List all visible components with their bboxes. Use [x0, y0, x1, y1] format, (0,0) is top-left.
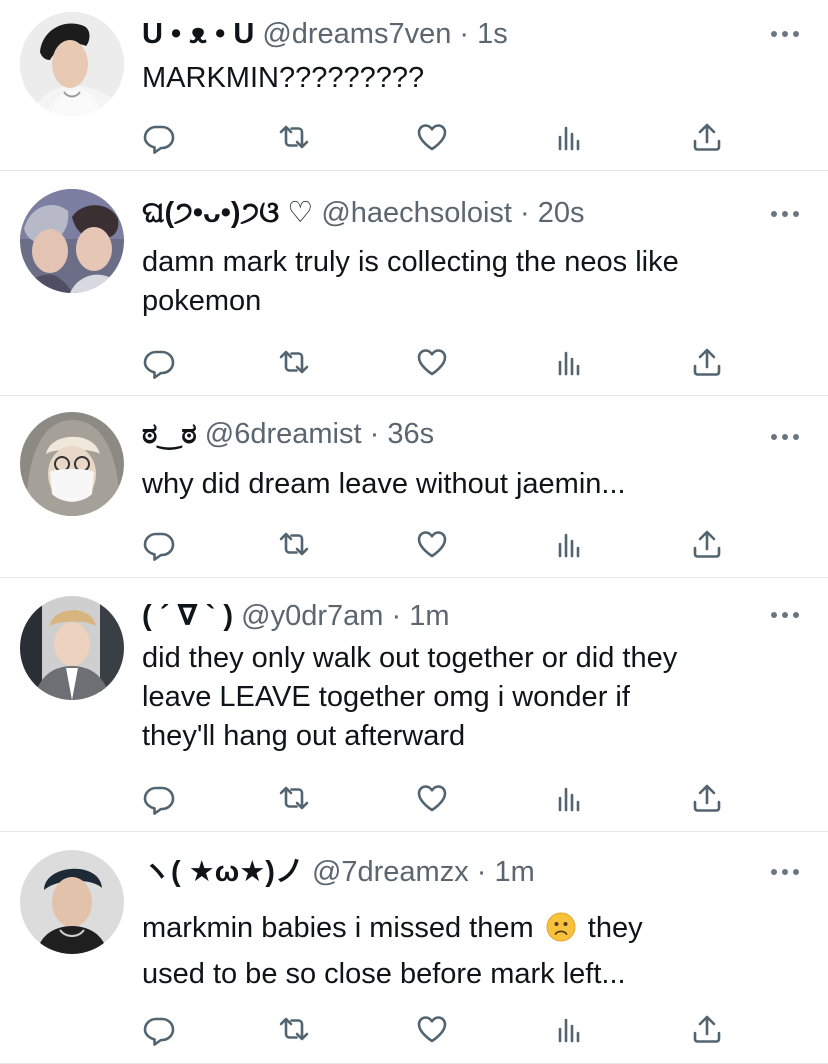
reply-icon[interactable] [142, 781, 176, 815]
tweet-header: ( ´ ∇ ` ) @y0dr7am · 1m [142, 598, 450, 634]
tweet-header: ಠ‿ಠ @6dreamist · 36s [142, 416, 434, 452]
reply-icon[interactable] [142, 527, 176, 561]
timestamp[interactable]: 20s [538, 197, 585, 229]
tweet-actions [142, 1012, 742, 1048]
share-icon[interactable] [690, 1012, 724, 1046]
like-icon[interactable] [415, 527, 449, 561]
analytics-icon[interactable] [552, 1012, 586, 1046]
analytics-icon[interactable] [552, 120, 586, 154]
more-icon[interactable] [770, 210, 800, 218]
display-name[interactable]: ヽ( ★ω★)ノ [142, 856, 304, 888]
analytics-icon[interactable] [552, 345, 586, 379]
separator-dot: · [459, 18, 470, 50]
tweet-text: why did dream leave without jaemin... [142, 465, 812, 504]
tweet-text: markmin babies i missed them they used t… [142, 905, 812, 997]
timestamp[interactable]: 1m [409, 600, 449, 632]
separator-dot: · [391, 600, 402, 632]
tweet-text-line: damn mark truly is collecting the neos l… [142, 246, 679, 278]
tweet[interactable]: ಠ‿ಠ @6dreamist · 36s why did dream leave… [0, 396, 828, 578]
tweet-text: did they only walk out together or did t… [142, 639, 812, 756]
tweet-actions [142, 781, 742, 817]
retweet-icon[interactable] [277, 120, 311, 154]
more-icon[interactable] [770, 611, 800, 619]
share-icon[interactable] [690, 345, 724, 379]
tweet-text-line: pokemon [142, 285, 262, 317]
tweet-text-line: they'll hang out afterward [142, 720, 466, 752]
share-icon[interactable] [690, 781, 724, 815]
tweet[interactable]: U • ᴥ • U @dreams7ven · 1s MARKMIN??????… [0, 0, 828, 171]
username[interactable]: @dreams7ven [262, 18, 451, 50]
tweet-text-segment: markmin babies i missed them [142, 912, 534, 944]
username[interactable]: @y0dr7am [241, 600, 383, 632]
retweet-icon[interactable] [277, 781, 311, 815]
more-icon[interactable] [770, 868, 800, 876]
reply-icon[interactable] [142, 345, 176, 379]
tweet-text-line: leave LEAVE together omg i wonder if [142, 681, 630, 713]
avatar[interactable] [20, 850, 124, 954]
username[interactable]: @7dreamzx [312, 856, 469, 888]
tweet-text-line: used to be so close before mark left... [142, 958, 626, 990]
tweet[interactable]: ヽ( ★ω★)ノ @7dreamzx · 1m markmin babies i… [0, 832, 828, 1064]
more-icon[interactable] [770, 433, 800, 441]
tweet-text-line: MARKMIN????????? [142, 62, 425, 94]
tweet-text: MARKMIN????????? [142, 59, 812, 98]
separator-dot: · [369, 418, 380, 450]
like-icon[interactable] [415, 345, 449, 379]
avatar[interactable] [20, 12, 124, 116]
username[interactable]: @haechsoloist [321, 197, 512, 229]
tweet-text: damn mark truly is collecting the neos l… [142, 243, 812, 321]
more-icon[interactable] [770, 30, 800, 38]
avatar[interactable] [20, 596, 124, 700]
tweet-text-line: why did dream leave without jaemin... [142, 468, 626, 500]
timestamp[interactable]: 36s [387, 418, 434, 450]
avatar[interactable] [20, 189, 124, 293]
like-icon[interactable] [415, 781, 449, 815]
display-name[interactable]: U • ᴥ • U [142, 18, 254, 50]
tweet-header: ଘ(੭•ᴗ•)੭ଓ ♡ @haechsoloist · 20s [142, 195, 585, 231]
like-icon[interactable] [415, 1012, 449, 1046]
retweet-icon[interactable] [277, 1012, 311, 1046]
timestamp[interactable]: 1s [477, 18, 508, 50]
tweet-text-line: markmin babies i missed them they [142, 905, 812, 951]
separator-dot: · [476, 856, 487, 888]
tweet[interactable]: ( ´ ∇ ` ) @y0dr7am · 1m did they only wa… [0, 578, 828, 832]
tweet-actions [142, 345, 742, 381]
tweet-text-segment: they [587, 912, 643, 944]
analytics-icon[interactable] [552, 527, 586, 561]
separator-dot: · [520, 197, 530, 229]
display-name[interactable]: ଘ(੭•ᴗ•)੭ଓ ♡ [142, 197, 313, 229]
like-icon[interactable] [415, 120, 449, 154]
tweet-header: U • ᴥ • U @dreams7ven · 1s [142, 16, 508, 52]
retweet-icon[interactable] [277, 527, 311, 561]
username[interactable]: @6dreamist [205, 418, 362, 450]
tweet-text-line: did they only walk out together or did t… [142, 642, 678, 674]
avatar[interactable] [20, 412, 124, 516]
tweet-header: ヽ( ★ω★)ノ @7dreamzx · 1m [142, 854, 535, 890]
share-icon[interactable] [690, 527, 724, 561]
tweet[interactable]: ଘ(੭•ᴗ•)੭ଓ ♡ @haechsoloist · 20s damn mar… [0, 171, 828, 396]
display-name[interactable]: ಠ‿ಠ [142, 418, 197, 450]
display-name[interactable]: ( ´ ∇ ` ) [142, 600, 233, 632]
timestamp[interactable]: 1m [495, 856, 535, 888]
share-icon[interactable] [690, 120, 724, 154]
retweet-icon[interactable] [277, 345, 311, 379]
slightly-frowning-face-emoji [546, 912, 576, 942]
tweet-actions [142, 527, 742, 563]
analytics-icon[interactable] [552, 781, 586, 815]
tweet-actions [142, 120, 742, 156]
reply-icon[interactable] [142, 1012, 176, 1046]
reply-icon[interactable] [142, 120, 176, 154]
